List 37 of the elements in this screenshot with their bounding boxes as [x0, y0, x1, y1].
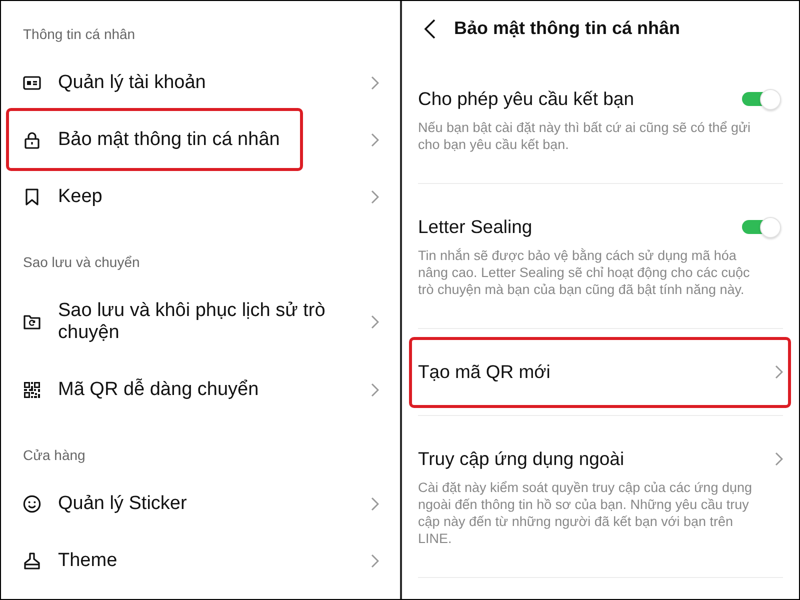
menu-item[interactable]: Quản lý Sticker — [1, 475, 400, 532]
section-header: Cửa hàng — [22, 446, 86, 465]
chevron-right-icon — [371, 132, 379, 146]
setting-description: Tin nhắn sẽ được bảo vệ bằng cách sử dụng mã hóa nâng cao. Letter Sealing sẽ chỉ hoạt động cho các cuộc trò chuyện mà bạn của bạn cũng đã bật tính năng này. — [418, 247, 751, 298]
padlock-icon — [23, 130, 41, 148]
menu-item[interactable]: Quản lý tài khoản — [1, 54, 400, 111]
id-card-icon — [23, 74, 41, 92]
chevron-right-icon — [371, 190, 379, 204]
menu-item[interactable]: Theme — [1, 532, 400, 589]
chevron-right-icon — [371, 554, 379, 568]
qr-code-icon — [23, 380, 41, 398]
page-title: Bảo mật thông tin cá nhân — [454, 17, 680, 40]
back-icon[interactable] — [424, 18, 436, 38]
menu-item[interactable]: Bảo mật thông tin cá nhân — [1, 111, 400, 168]
chevron-right-icon — [371, 314, 379, 328]
section-header: Sao lưu và chuyển — [22, 253, 141, 272]
setting-title: Cho phép yêu cầu kết bạn — [418, 87, 634, 111]
setting-description: Cài đặt này kiểm soát quyền truy cập của các ứng dụng ngoài đến thông tin hồ sơ của bạn. Những yêu cầu truy cập này đến từ những người đã kết bạn với bạn trên LINE. — [418, 479, 753, 547]
section-header: Thông tin cá nhân — [22, 25, 136, 44]
bookmark-icon — [23, 188, 41, 206]
chevron-right-icon — [775, 365, 783, 379]
menu-item[interactable]: Mã QR dễ dàng chuyển — [1, 361, 400, 418]
chevron-right-icon — [371, 76, 379, 90]
settings-link[interactable]: Tạo mã QR mới — [418, 359, 783, 385]
settings-link[interactable]: Truy cập ứng dụng ngoài — [418, 446, 783, 472]
menu-item[interactable]: Sao lưu và khôi phục lịch sử trò chuyện — [1, 282, 400, 361]
chevron-right-icon — [371, 496, 379, 510]
brush-icon — [23, 552, 41, 570]
setting-title: Letter Sealing — [418, 215, 532, 239]
smiley-icon — [23, 494, 41, 512]
folder-arrows-icon — [23, 312, 41, 330]
setting-description: Nếu bạn bật cài đặt này thì bất cứ ai cũng sẽ có thể gửi cho bạn yêu cầu kết bạn. — [418, 119, 752, 153]
chevron-right-icon — [775, 452, 783, 466]
toggle-switch[interactable] — [742, 88, 781, 110]
menu-item[interactable]: Keep — [1, 168, 400, 225]
toggle-switch[interactable] — [742, 216, 781, 238]
chevron-right-icon — [371, 382, 379, 396]
